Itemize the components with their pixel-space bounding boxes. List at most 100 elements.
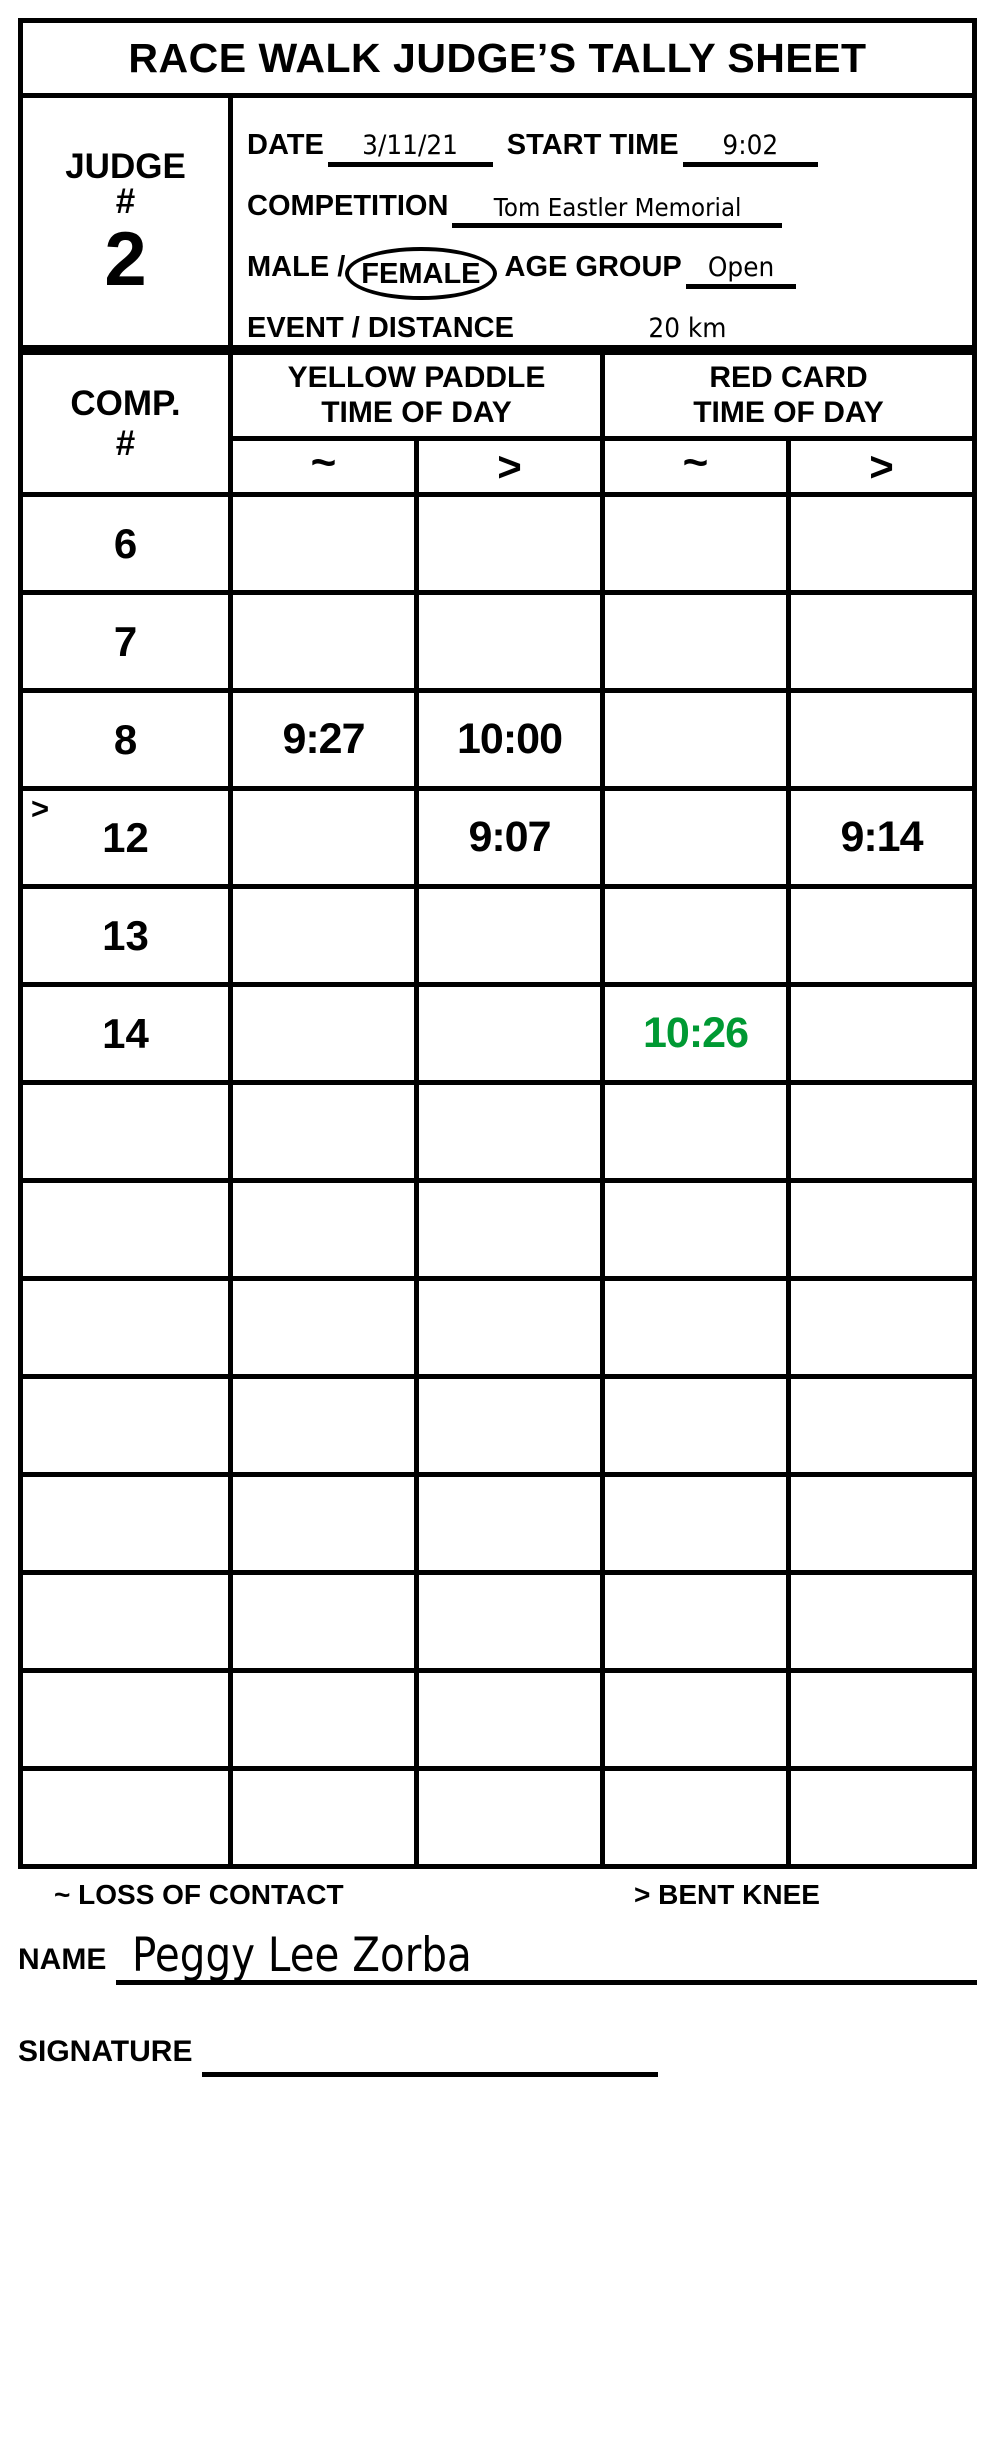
comp-header-line2: # (115, 423, 136, 463)
judge-label: JUDGE (65, 146, 186, 186)
comp-number-cell[interactable]: 8 (18, 688, 233, 791)
comp-number-cell[interactable] (18, 1080, 233, 1183)
yellow-contact-cell[interactable] (228, 982, 419, 1085)
comp-number-cell[interactable] (18, 1766, 233, 1869)
age-group-field[interactable]: Open (685, 238, 796, 289)
yellow-contact-cell[interactable] (228, 884, 419, 987)
yellow-knee-cell[interactable] (414, 1668, 605, 1771)
name-field[interactable]: Peggy Lee Zorba (116, 1928, 977, 1985)
yellow-knee-cell[interactable]: 10:00 (414, 688, 605, 791)
comp-number: 6 (113, 519, 138, 567)
yellow-contact-cell[interactable] (228, 1766, 419, 1869)
red-contact-cell[interactable] (600, 1374, 791, 1477)
red-contact-cell[interactable] (600, 492, 791, 595)
red-contact-cell[interactable] (600, 1178, 791, 1281)
gender-age-row: MALE / FEMALE AGE GROUP Open (247, 228, 958, 300)
tally-table: COMP. # YELLOW PADDLE TIME OF DAY RED CA… (18, 350, 977, 1869)
competition-label: COMPETITION (247, 190, 449, 222)
red-contact-cell[interactable]: 10:26 (600, 982, 791, 1085)
red-knee-cell[interactable] (786, 1374, 977, 1477)
yellow-contact-cell[interactable] (228, 590, 419, 693)
red-knee-cell[interactable] (786, 492, 977, 595)
yellow-contact-cell[interactable] (228, 1570, 419, 1673)
yellow-knee-cell[interactable] (414, 1374, 605, 1477)
red-header-line1: RED CARD (709, 361, 868, 394)
comp-number-cell[interactable] (18, 1472, 233, 1575)
red-knee-cell[interactable] (786, 688, 977, 791)
red-contact-cell[interactable] (600, 1570, 791, 1673)
yellow-contact-cell[interactable] (228, 1276, 419, 1379)
table-header-group-row: COMP. # YELLOW PADDLE TIME OF DAY RED CA… (18, 350, 977, 497)
comp-number-cell[interactable] (18, 1374, 233, 1477)
comp-number-cell[interactable] (18, 1668, 233, 1771)
red-contact-cell[interactable] (600, 590, 791, 693)
yellow-knee-cell[interactable] (414, 982, 605, 1085)
red-knee-cell[interactable] (786, 590, 977, 693)
yellow-contact-cell[interactable] (228, 1472, 419, 1575)
yellow-contact-cell[interactable] (228, 1080, 419, 1183)
red-knee-cell[interactable] (786, 1080, 977, 1183)
yellow-knee-cell[interactable] (414, 492, 605, 595)
red-contact-cell[interactable] (600, 1080, 791, 1183)
red-knee-cell[interactable] (786, 1570, 977, 1673)
red-knee-cell[interactable] (786, 1766, 977, 1869)
red-knee-cell[interactable] (786, 1276, 977, 1379)
yellow-contact-cell[interactable] (228, 1178, 419, 1281)
red-knee-cell[interactable] (786, 1668, 977, 1771)
table-body: 6 7 8 9:27 10:00 >12 9:07 9:14 13 14 10:26 (18, 492, 977, 1869)
comp-number-cell[interactable]: 7 (18, 590, 233, 693)
date-start-row: DATE 3/11/21 START TIME 9:02 (247, 106, 958, 167)
start-time-field[interactable]: 9:02 (682, 116, 818, 167)
yellow-knee-cell[interactable] (414, 1080, 605, 1183)
comp-number-cell[interactable] (18, 1570, 233, 1673)
signature-field[interactable] (202, 2020, 659, 2077)
yellow-contact-cell[interactable] (228, 1374, 419, 1477)
yellow-knee-cell[interactable] (414, 1178, 605, 1281)
yellow-contact-cell[interactable] (228, 492, 419, 595)
yellow-knee-cell[interactable] (414, 1276, 605, 1379)
yellow-header-line2: TIME OF DAY (321, 395, 512, 429)
start-time-label: START TIME (506, 129, 679, 161)
female-option[interactable]: FEMALE (345, 247, 497, 300)
comp-number-cell[interactable]: 13 (18, 884, 233, 987)
red-knee-cell[interactable] (786, 1178, 977, 1281)
red-contact-cell[interactable] (600, 786, 791, 889)
date-label: DATE (247, 129, 324, 161)
yellow-knee-cell[interactable] (414, 1766, 605, 1869)
comp-number-cell[interactable] (18, 1276, 233, 1379)
yellow-knee-cell[interactable] (414, 1570, 605, 1673)
comp-number-cell[interactable]: 6 (18, 492, 233, 595)
yellow-knee-cell[interactable] (414, 1472, 605, 1575)
yellow-knee-cell[interactable] (414, 884, 605, 987)
comp-number-cell[interactable]: >12 (18, 786, 233, 889)
date-field[interactable]: 3/11/21 (327, 116, 493, 167)
red-contact-cell[interactable] (600, 1276, 791, 1379)
yellow-contact-cell[interactable]: 9:27 (228, 688, 419, 791)
yellow-knee-cell[interactable] (414, 590, 605, 693)
comp-number-cell[interactable]: 14 (18, 982, 233, 1085)
red-knee-cell[interactable] (786, 1472, 977, 1575)
event-row: EVENT / DISTANCE 20 km (247, 289, 958, 350)
red-knee-cell[interactable] (786, 884, 977, 987)
yellow-knee-cell[interactable]: 9:07 (414, 786, 605, 889)
comp-number-cell[interactable] (18, 1178, 233, 1281)
bent-knee-mark: > (31, 791, 50, 826)
male-label[interactable]: MALE / (247, 253, 345, 289)
red-contact-cell[interactable] (600, 1766, 791, 1869)
red-contact-cell[interactable] (600, 688, 791, 791)
red-knee-cell[interactable] (786, 982, 977, 1085)
comp-number: 14 (102, 1009, 149, 1057)
event-field[interactable]: 20 km (517, 299, 858, 350)
competition-value: Tom Eastler Memorial (493, 193, 742, 222)
red-contact-cell[interactable] (600, 1668, 791, 1771)
red-contact-cell[interactable] (600, 884, 791, 987)
table-row: 7 (18, 590, 977, 693)
yellow-paddle-header: YELLOW PADDLE TIME OF DAY (228, 350, 605, 441)
red-knee-cell[interactable]: 9:14 (786, 786, 977, 889)
table-row: 6 (18, 492, 977, 595)
yellow-contact-cell[interactable] (228, 786, 419, 889)
red-contact-cell[interactable] (600, 1472, 791, 1575)
yellow-contact-cell[interactable] (228, 1668, 419, 1771)
signature-row: SIGNATURE (18, 2011, 977, 2077)
competition-field[interactable]: Tom Eastler Memorial (452, 177, 783, 228)
